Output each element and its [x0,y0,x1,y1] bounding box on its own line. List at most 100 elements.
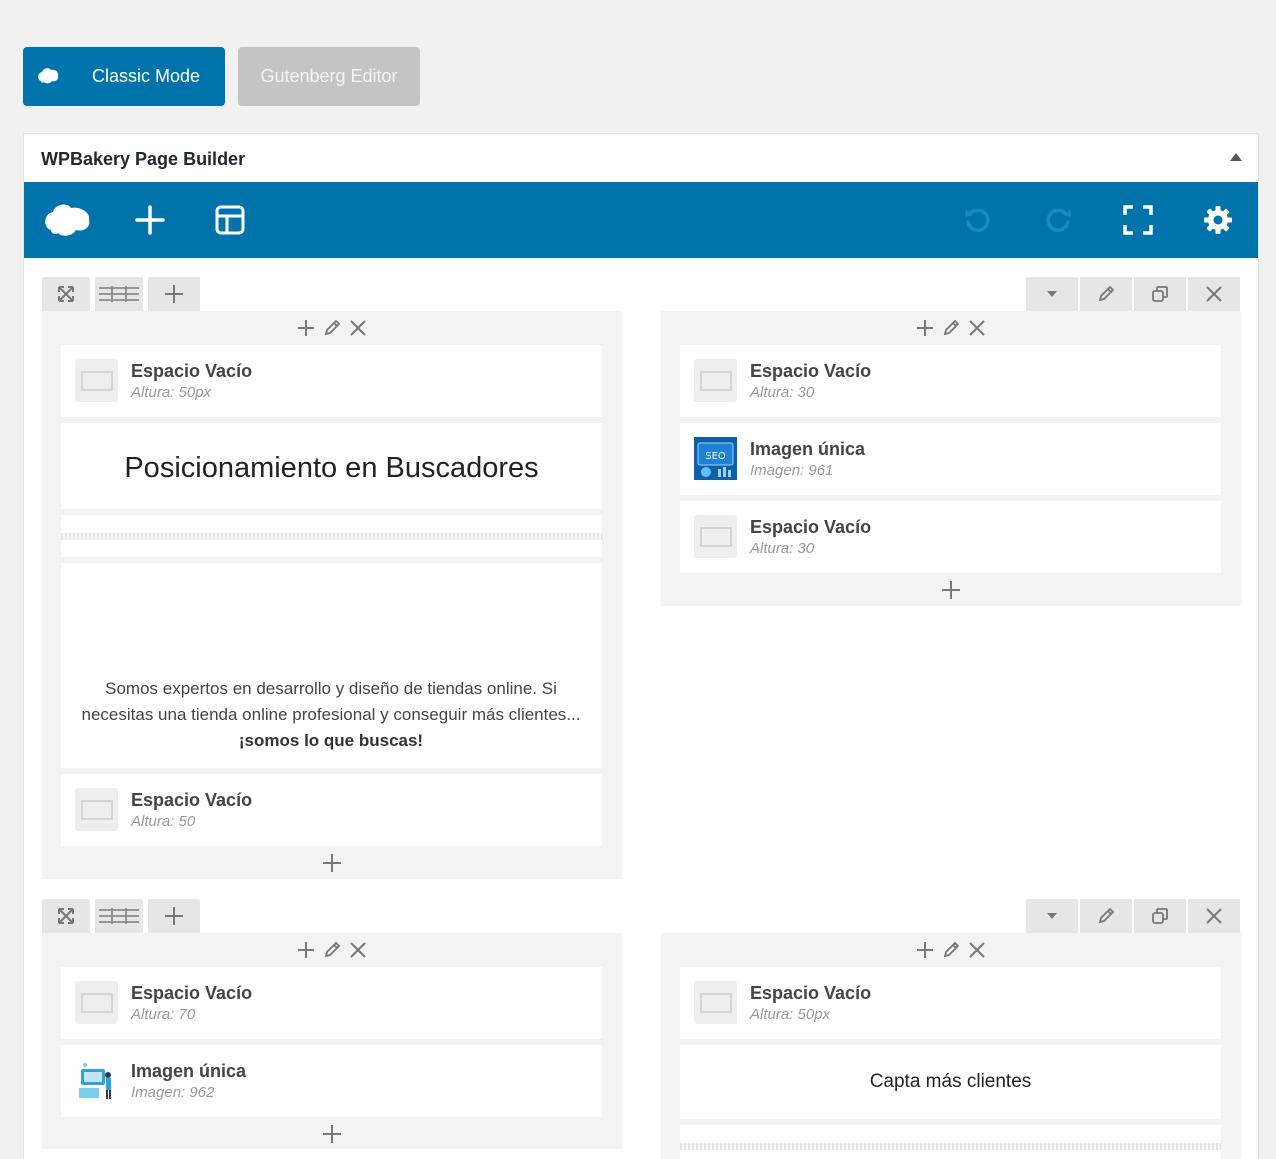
add-column-icon[interactable] [148,277,200,311]
gutenberg-editor-button[interactable]: Gutenberg Editor [238,47,420,106]
row-delete-icon[interactable] [1188,899,1240,933]
element-separator[interactable] [61,515,602,557]
element-title: Espacio Vacío [131,790,253,810]
column: Espacio Vacío Altura: 30 SEO Imagen únic… [661,311,1241,606]
element-text-block[interactable]: Somos expertos en desarrollo y diseño de… [61,563,602,768]
element-title: Espacio Vacío [750,517,872,537]
templates-icon[interactable] [210,200,250,240]
column-edit-pencil-icon[interactable] [940,317,962,339]
empty-space-icon [694,515,737,558]
element-subtitle: Altura: 50px [131,384,212,401]
column-controls [914,939,988,961]
panel-header[interactable]: WPBakery Page Builder [24,134,1258,182]
row-toggle-icon[interactable] [1026,277,1078,311]
text-block-body: Somos expertos en desarrollo y diseño de… [81,679,581,724]
element-subtitle: Imagen: 961 [750,462,834,479]
column-add-icon[interactable] [295,317,317,339]
add-element-icon[interactable] [130,200,170,240]
row-drag-icon[interactable] [42,899,90,933]
seo-image-thumbnail: SEO [694,437,737,480]
column: Espacio Vacío Altura: 70 Imagen única Im… [42,933,622,1149]
element-empty-space[interactable]: Espacio Vacío Altura: 50px [680,967,1221,1039]
empty-space-icon [694,981,737,1024]
element-subtitle: Altura: 50 [131,813,196,830]
element-title: Espacio Vacío [131,983,253,1003]
builder-toolbar [24,182,1258,258]
add-column-icon[interactable] [148,899,200,933]
column-delete-icon[interactable] [966,939,988,961]
row-controls-left [42,899,200,933]
column-delete-icon[interactable] [966,317,988,339]
empty-space-icon [694,359,737,402]
illustration-image-thumbnail [75,1059,118,1102]
row-edit-pencil-icon[interactable] [1080,277,1132,311]
add-element-plus-icon[interactable] [317,848,347,878]
column-add-icon[interactable] [914,939,936,961]
text-block-content: Somos expertos en desarrollo y diseño de… [81,676,581,754]
column-controls [295,317,369,339]
element-title: Imagen única [750,439,866,459]
row-layout-icon[interactable] [95,899,143,933]
column-edit-pencil-icon[interactable] [940,939,962,961]
element-single-image[interactable]: SEO Imagen única Imagen: 961 [680,423,1221,495]
row-clone-icon[interactable] [1134,277,1186,311]
element-empty-space[interactable]: Espacio Vacío Altura: 50 [61,774,602,846]
add-element-plus-icon[interactable] [936,575,966,605]
column-edit-pencil-icon[interactable] [321,939,343,961]
wpbakery-logo-icon[interactable] [42,200,92,240]
column-add-icon[interactable] [914,317,936,339]
element-heading[interactable]: Posicionamiento en Buscadores [61,423,602,509]
element-subtitle: Altura: 30 [750,384,815,401]
fullscreen-icon[interactable] [1118,200,1158,240]
undo-icon[interactable] [958,200,998,240]
column-delete-icon[interactable] [347,317,369,339]
add-element-plus-icon[interactable] [317,1119,347,1149]
element-single-image[interactable]: Imagen única Imagen: 962 [61,1045,602,1117]
heading-text: Capta más clientes [869,1071,1032,1092]
element-subtitle: Imagen: 962 [131,1084,215,1101]
column-controls [914,317,988,339]
element-heading[interactable]: Capta más clientes [680,1045,1221,1119]
row-delete-icon[interactable] [1188,277,1240,311]
element-empty-space[interactable]: Espacio Vacío Altura: 30 [680,501,1221,573]
column: Espacio Vacío Altura: 50px Posicionamien… [42,311,622,879]
row-controls-right [1026,277,1240,311]
element-subtitle: Altura: 70 [131,1006,196,1023]
element-subtitle: Altura: 30 [750,540,815,557]
column-edit-pencil-icon[interactable] [321,317,343,339]
empty-space-icon [75,788,118,831]
element-title: Espacio Vacío [750,983,872,1003]
separator-line [680,1143,1221,1150]
column-delete-icon[interactable] [347,939,369,961]
column-controls [295,939,369,961]
row-clone-icon[interactable] [1134,899,1186,933]
element-empty-space[interactable]: Espacio Vacío Altura: 50px [61,345,602,417]
row-drag-icon[interactable] [42,277,90,311]
column-add-icon[interactable] [295,939,317,961]
element-title: Imagen única [131,1061,247,1081]
row-toggle-icon[interactable] [1026,899,1078,933]
element-empty-space[interactable]: Espacio Vacío Altura: 30 [680,345,1221,417]
settings-icon[interactable] [1198,200,1238,240]
classic-mode-button[interactable]: Classic Mode [23,47,225,106]
row-layout-icon[interactable] [95,277,143,311]
column: Espacio Vacío Altura: 50px Capta más cli… [661,933,1241,1159]
element-empty-space[interactable]: Espacio Vacío Altura: 70 [61,967,602,1039]
element-title: Espacio Vacío [131,361,253,381]
element-separator[interactable] [680,1125,1221,1159]
classic-mode-label: Classic Mode [92,66,201,86]
panel-title: WPBakery Page Builder [41,149,246,169]
builder-canvas: Espacio Vacío Altura: 50px Posicionamien… [24,258,1258,1159]
gutenberg-editor-label: Gutenberg Editor [260,66,398,86]
element-subtitle: Altura: 50px [750,1006,831,1023]
seo-thumb-label: SEO [705,451,726,462]
wpbakery-panel: WPBakery Page Builder Espacio Vacío Altu… [23,133,1259,1159]
row-edit-pencil-icon[interactable] [1080,899,1132,933]
empty-space-icon [75,359,118,402]
collapse-toggle-icon[interactable] [1230,153,1242,161]
row-controls-right [1026,899,1240,933]
text-block-bold: ¡somos lo que buscas! [238,731,424,750]
wpbakery-logo-icon [37,67,59,90]
redo-icon[interactable] [1038,200,1078,240]
heading-text: Posicionamiento en Buscadores [124,452,539,484]
